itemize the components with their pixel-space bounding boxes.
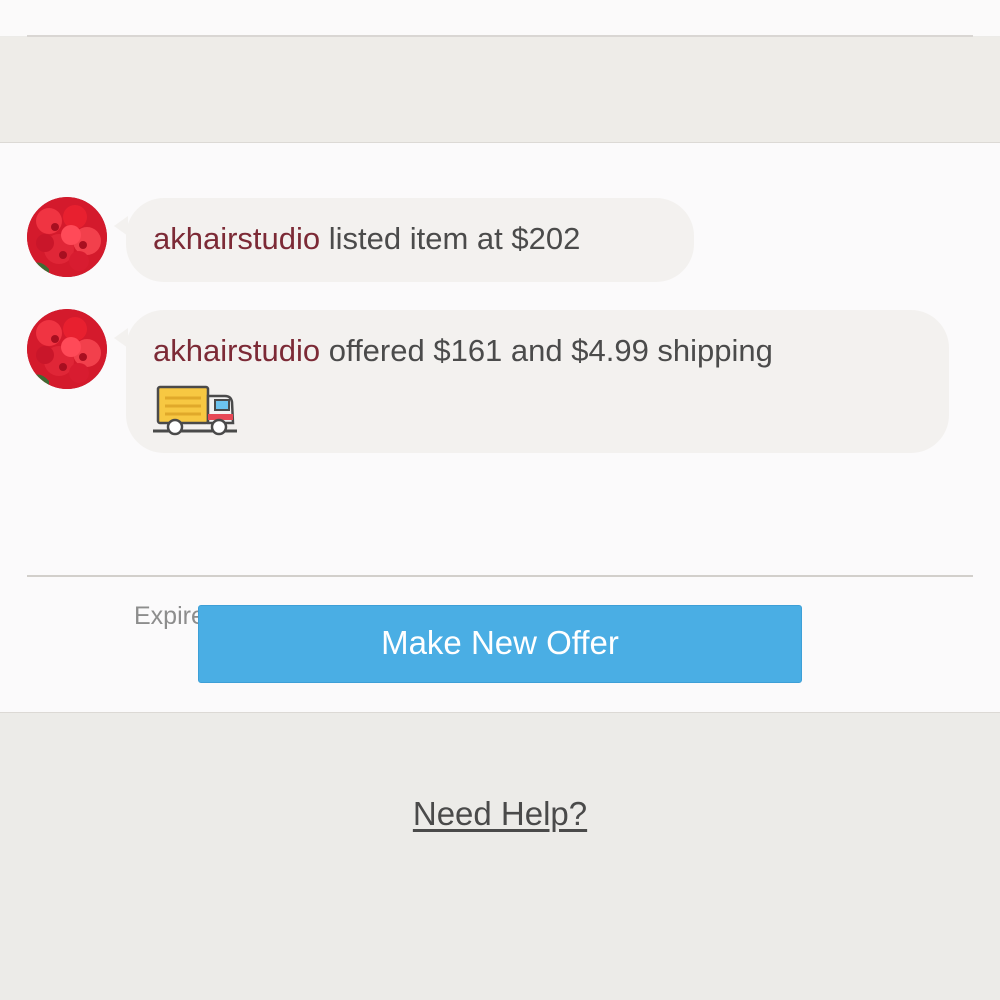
gray-separator-band xyxy=(0,37,1000,143)
need-help-link[interactable]: Need Help? xyxy=(0,795,1000,833)
offer-event-description: offered $161 and $4.99 shipping xyxy=(320,333,773,368)
offer-event-bubble: akhairstudio offered $161 and $4.99 ship… xyxy=(114,310,949,453)
seller-avatar[interactable] xyxy=(27,197,107,277)
seller-username-link[interactable]: akhairstudio xyxy=(153,221,320,256)
red-flowers-avatar-icon xyxy=(27,197,107,277)
delivery-truck-icon xyxy=(153,385,237,436)
offer-history-card: akhairstudio listed item at $202 akhairs… xyxy=(0,143,1000,713)
offer-event-text: akhairstudio offered $161 and $4.99 ship… xyxy=(153,333,773,369)
top-panel xyxy=(0,0,1000,36)
red-flowers-avatar-icon xyxy=(27,309,107,389)
card-divider xyxy=(27,575,973,577)
make-new-offer-button[interactable]: Make New Offer xyxy=(198,605,802,683)
listing-event-bubble: akhairstudio listed item at $202 xyxy=(114,198,694,282)
listing-event-text: akhairstudio listed item at $202 xyxy=(153,221,580,257)
seller-avatar[interactable] xyxy=(27,309,107,389)
listing-event-description: listed item at $202 xyxy=(320,221,581,256)
seller-username-link[interactable]: akhairstudio xyxy=(153,333,320,368)
